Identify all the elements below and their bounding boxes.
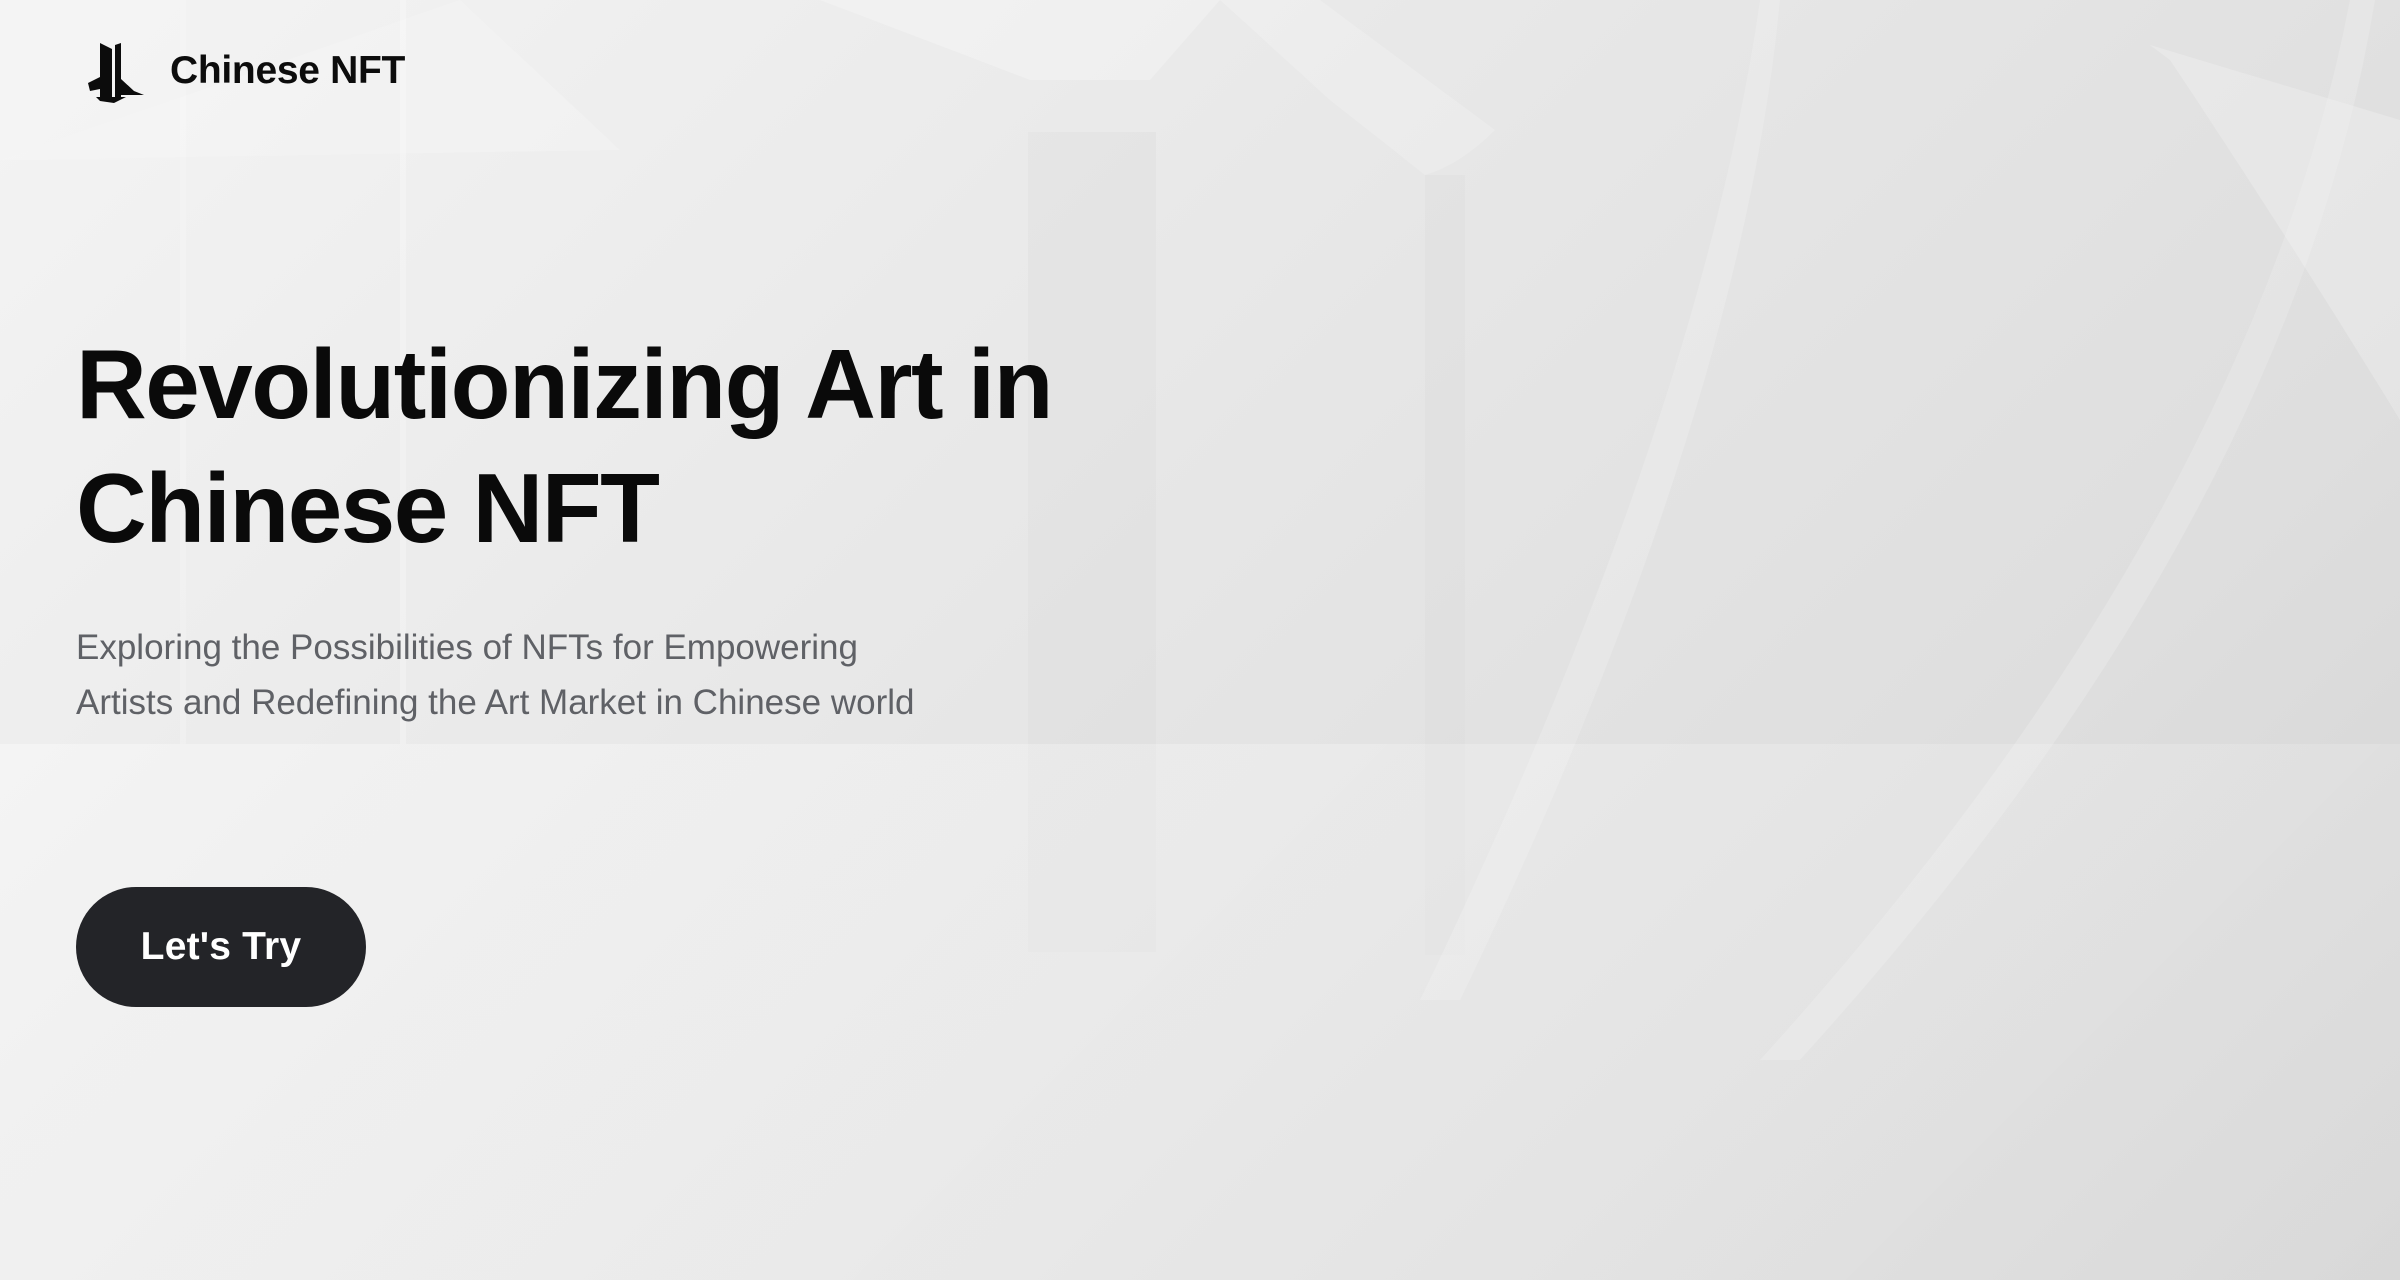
background-band [0, 744, 2400, 1280]
hero-subtitle: Exploring the Possibilities of NFTs for … [76, 620, 1176, 730]
hero-subtitle-line-2: Artists and Redefining the Art Market in… [76, 683, 915, 722]
site-header: Chinese NFT [86, 38, 405, 104]
lets-try-button[interactable]: Let's Try [76, 887, 366, 1007]
hero-section: Revolutionizing Art in Chinese NFT Explo… [76, 322, 1176, 730]
hero-title-line-2: Chinese NFT [76, 453, 660, 563]
hero-title-line-1: Revolutionizing Art in [76, 329, 1053, 439]
hero-subtitle-line-1: Exploring the Possibilities of NFTs for … [76, 628, 858, 667]
hero-title: Revolutionizing Art in Chinese NFT [76, 322, 1176, 570]
brand-name[interactable]: Chinese NFT [170, 49, 405, 93]
chinese-building-logo-icon[interactable] [86, 39, 146, 103]
